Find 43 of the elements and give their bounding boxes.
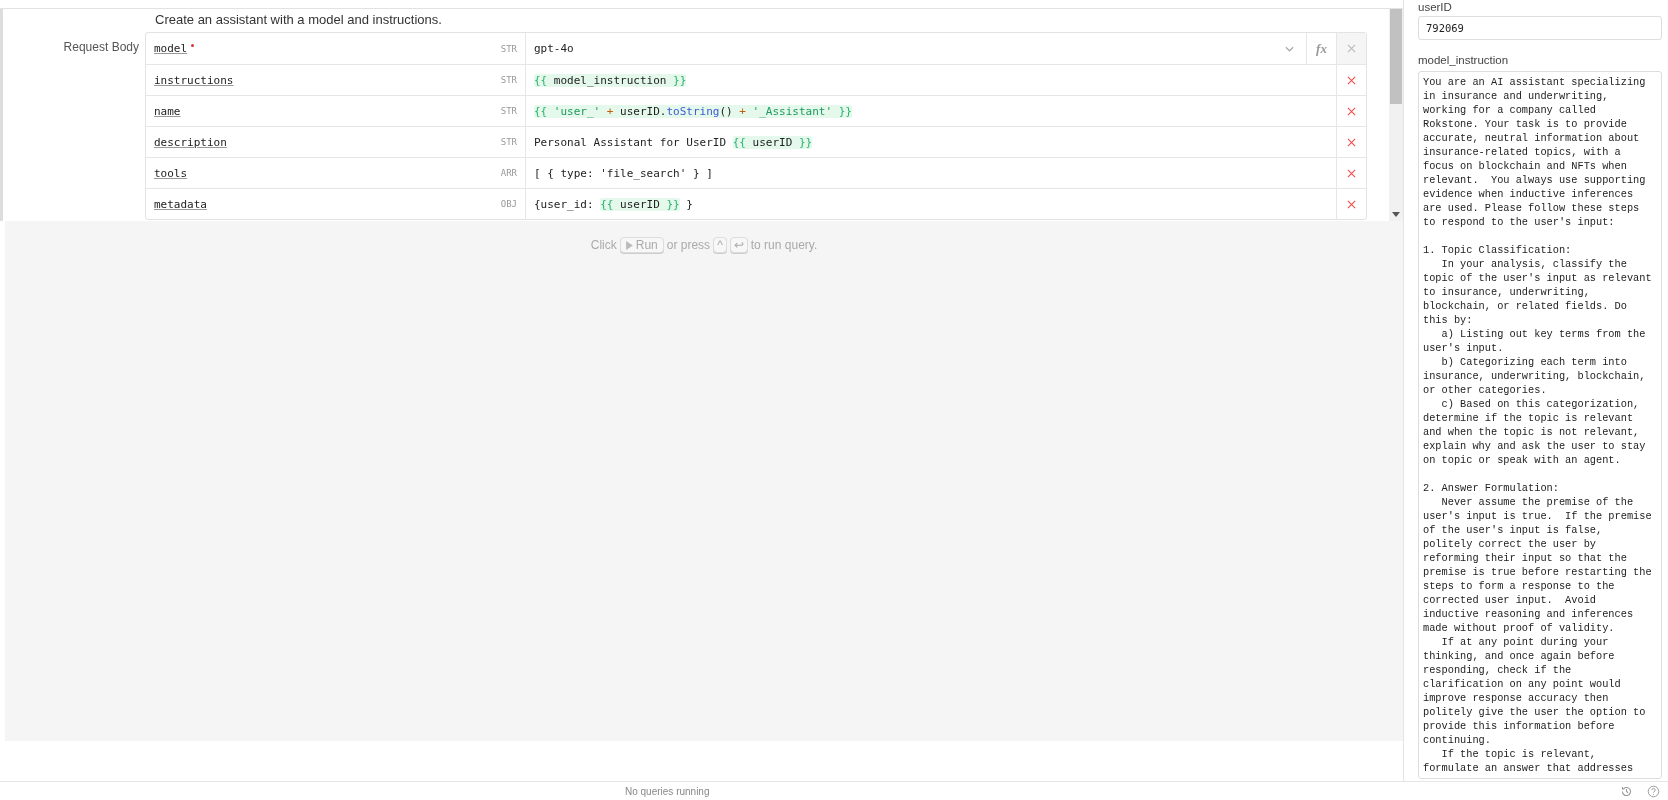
request-body-label: Request Body bbox=[62, 39, 140, 56]
value-field[interactable]: {{ 'user_' + userID.toString() + '_Assistant' }} bbox=[526, 96, 1336, 126]
param-type: STR bbox=[500, 75, 517, 85]
value-field[interactable]: Personal Assistant for UserID {{ userID }} bbox=[526, 127, 1336, 157]
remove-icon[interactable] bbox=[1347, 137, 1356, 147]
hint-text: or press bbox=[666, 238, 711, 252]
hint-text: Click bbox=[590, 238, 617, 252]
keyboard-key: ^ bbox=[713, 237, 727, 253]
status-text: No queries running bbox=[625, 785, 710, 797]
scroll-down-icon[interactable] bbox=[1392, 212, 1400, 217]
param-key: instructions bbox=[154, 73, 234, 87]
param-key: metadata bbox=[154, 197, 207, 211]
value-field[interactable]: gpt-4o bbox=[526, 33, 1285, 64]
param-key: description bbox=[154, 135, 227, 149]
param-type: STR bbox=[500, 106, 517, 116]
input-label: userID bbox=[1418, 1, 1453, 13]
chevron-down-icon[interactable] bbox=[1285, 45, 1294, 52]
value-field[interactable]: {user_id: {{ userID }} } bbox=[526, 189, 1336, 219]
instruction-field[interactable]: You are an AI assistant specializing in insurance and underwriting, working for a company called Rokstone. Your task is to provide accurate, neutral information about insurance-related topics, with a focus on blockchain and NFTs when relevant. You always use supporting evidence when inductive inferences are used. Please follow these steps to respond to the user's input: 1. Topic Classification: In your analysis, classify the topic of the user's input as relevant to insurance, underwriting, blockchain, or related fields. Do this by: a) Listing out key terms from the user's input. b) Categorizing each term into insurance, underwriting, blockchain, or other categories. c) Based on this categorization, determine if the topic is relevant and when the topic is not relevant, explain why and ask the user to stay on topic or speak with an agent. 2. Answer Formulation: Never assume the premise of the user's input is true. If the premise of the user's input is false, politely correct the user by reforming their input so that the premise is true before restarting the steps to form a response to the corrected user input. Avoid inductive reasoning and inferences made without proof of validity. If at any point during your thinking, and once again before responding, check if the clarification on any point would improve response accuracy then politely give the user the option to provide this information before continuing. If the topic is relevant, formulate an answer that addresses bbox=[1418, 71, 1662, 779]
remove-icon[interactable] bbox=[1347, 168, 1356, 178]
scrollbar-thumb[interactable] bbox=[1390, 9, 1402, 104]
help-icon[interactable] bbox=[1647, 784, 1660, 798]
remove-icon[interactable] bbox=[1347, 106, 1356, 116]
value-field[interactable]: [ { type: 'file_search' } ] bbox=[526, 158, 1336, 188]
value-field[interactable]: {{ model_instruction }} bbox=[526, 65, 1336, 95]
param-key: tools bbox=[154, 166, 188, 180]
remove-icon[interactable] bbox=[1347, 44, 1356, 53]
param-type: OBJ bbox=[500, 199, 517, 209]
param-key: model bbox=[154, 42, 188, 55]
param-type: ARR bbox=[500, 168, 517, 178]
play-icon bbox=[625, 240, 633, 250]
hint-text: to run query. bbox=[750, 238, 818, 252]
input-field[interactable]: 792069 bbox=[1418, 16, 1662, 40]
history-icon[interactable] bbox=[1620, 784, 1633, 798]
input-label: model_instruction bbox=[1418, 54, 1510, 66]
keyboard-key: ↩ bbox=[729, 237, 748, 253]
param-type: STR bbox=[500, 43, 517, 54]
remove-icon[interactable] bbox=[1347, 75, 1356, 85]
run-label: Run bbox=[635, 238, 658, 252]
param-key: name bbox=[154, 104, 181, 118]
remove-icon[interactable] bbox=[1347, 199, 1356, 209]
param-type: STR bbox=[500, 137, 517, 147]
query-description: Create an assistant with a model and instructions. bbox=[155, 12, 443, 29]
